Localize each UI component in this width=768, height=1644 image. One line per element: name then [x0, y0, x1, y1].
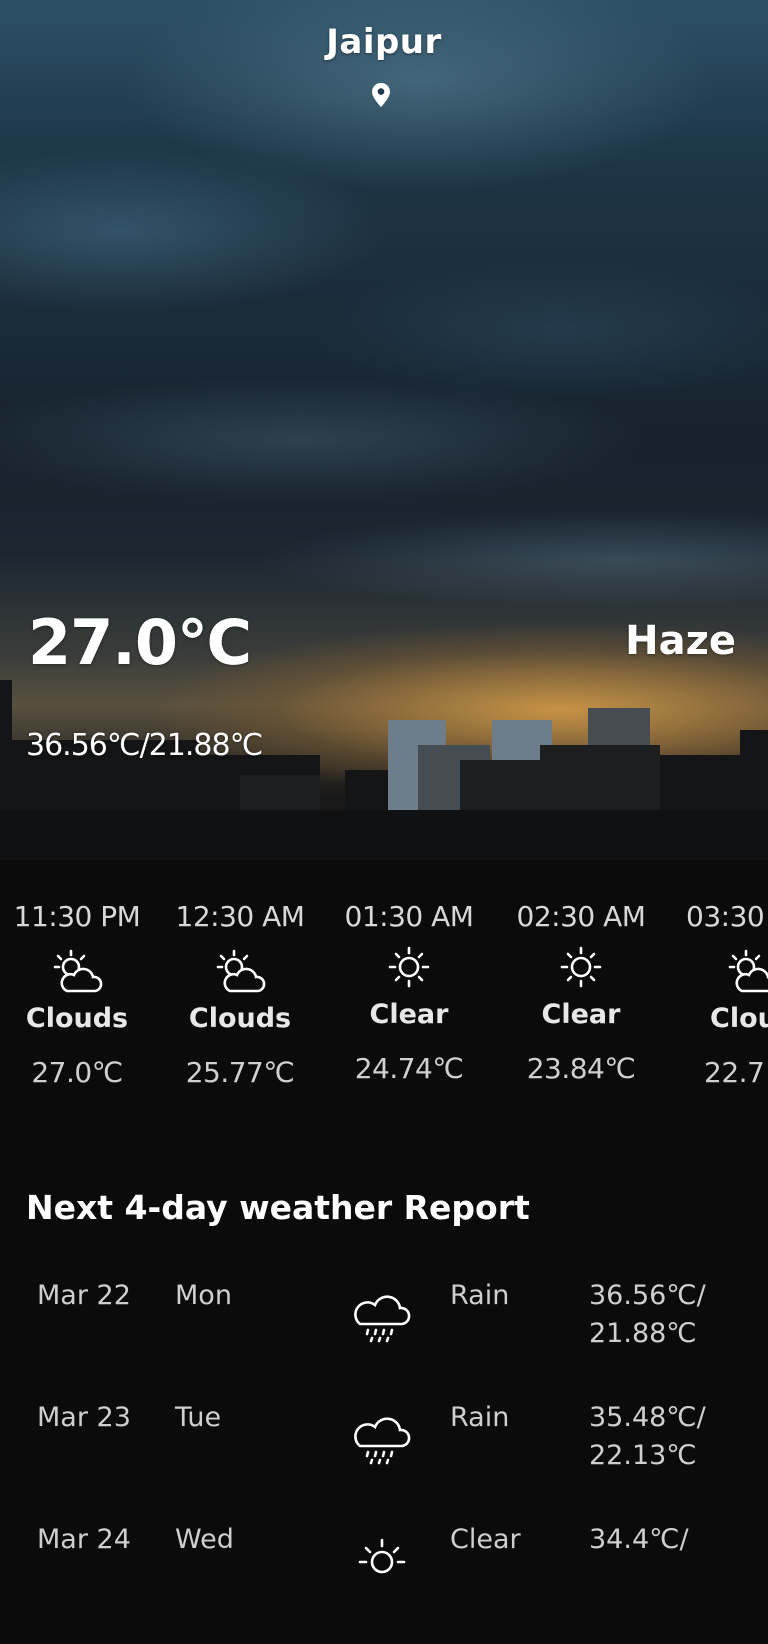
sun-icon — [388, 946, 430, 988]
hour-time: 11:30 PM — [13, 900, 141, 933]
sun-icon — [560, 946, 602, 988]
daily-row[interactable]: Mar 22 Mon Rain 36.56℃/ 21.88℃ — [0, 1280, 768, 1400]
partly-cloudy-icon — [216, 949, 266, 993]
daily-forecast-title: Next 4-day weather Report — [26, 1188, 530, 1227]
hourly-forecast-strip[interactable]: 11:30 PM Clouds 27.0℃ 12:30 AM Clouds 25… — [0, 900, 768, 1130]
current-temperature: 27.0℃ — [28, 606, 252, 679]
day-weekday: Tue — [175, 1402, 222, 1433]
day-condition: Clear — [450, 1524, 521, 1555]
day-weekday: Mon — [175, 1280, 232, 1311]
day-low-temp: 22.13℃ — [589, 1440, 697, 1471]
hour-condition: Clou — [710, 1003, 768, 1034]
day-weekday: Wed — [175, 1524, 234, 1555]
day-high-temp: 34.4℃/ — [589, 1524, 689, 1555]
hour-time: 03:30 — [686, 900, 765, 933]
rain-cloud-icon — [354, 1295, 411, 1343]
location-pin-icon[interactable] — [371, 82, 391, 108]
day-high-temp: 36.56℃/ — [589, 1280, 706, 1311]
hourly-item[interactable]: 11:30 PM Clouds 27.0℃ — [0, 900, 162, 1089]
hour-time: 02:30 AM — [516, 900, 646, 933]
current-condition: Haze — [625, 618, 736, 664]
today-temperature-range: 36.56℃/21.88℃ — [26, 728, 263, 763]
hourly-item[interactable]: 03:30 Clou 22.7 — [686, 900, 768, 1089]
hourly-item[interactable]: 01:30 AM Clear 24.74℃ — [324, 900, 494, 1085]
sun-icon — [358, 1538, 406, 1574]
day-date: Mar 24 — [37, 1524, 131, 1555]
hour-condition: Clear — [541, 999, 621, 1030]
hour-temperature: 22.7 — [704, 1056, 765, 1089]
hourly-item[interactable]: 02:30 AM Clear 23.84℃ — [496, 900, 666, 1085]
hour-time: 01:30 AM — [344, 900, 474, 933]
hour-temperature: 27.0℃ — [31, 1056, 123, 1089]
partly-cloudy-icon — [53, 949, 103, 993]
day-date: Mar 22 — [37, 1280, 131, 1311]
daily-row[interactable]: Mar 24 Wed Clear 34.4℃/ — [0, 1524, 768, 1644]
city-name[interactable]: Jaipur — [0, 22, 768, 62]
day-condition: Rain — [450, 1280, 510, 1311]
partly-cloudy-icon — [728, 949, 768, 993]
hourly-item[interactable]: 12:30 AM Clouds 25.77℃ — [155, 900, 325, 1089]
day-high-temp: 35.48℃/ — [589, 1402, 706, 1433]
hour-condition: Clouds — [188, 1003, 292, 1034]
hour-temperature: 25.77℃ — [185, 1056, 295, 1089]
hour-time: 12:30 AM — [175, 900, 305, 933]
day-low-temp: 21.88℃ — [589, 1318, 697, 1349]
hero-background: Jaipur 27.0℃ Haze 36.56℃/21.88℃ — [0, 0, 768, 860]
day-date: Mar 23 — [37, 1402, 131, 1433]
hour-temperature: 23.84℃ — [526, 1052, 636, 1085]
rain-cloud-icon — [354, 1417, 411, 1465]
day-condition: Rain — [450, 1402, 510, 1433]
daily-row[interactable]: Mar 23 Tue Rain 35.48℃/ 22.13℃ — [0, 1402, 768, 1522]
hour-condition: Clouds — [25, 1003, 129, 1034]
hour-temperature: 24.74℃ — [354, 1052, 464, 1085]
hour-condition: Clear — [369, 999, 449, 1030]
